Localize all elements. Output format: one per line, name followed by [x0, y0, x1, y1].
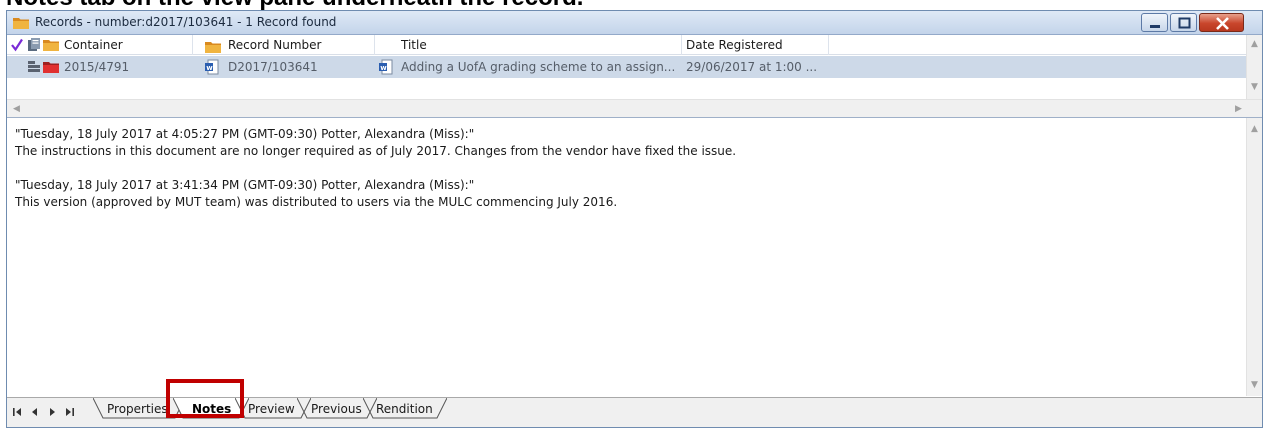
tab-label: Rendition — [376, 402, 433, 416]
close-button[interactable] — [1199, 13, 1244, 32]
word-document-icon: w — [379, 59, 393, 78]
tab-label: Preview — [248, 402, 295, 416]
note-header: "Tuesday, 18 July 2017 at 3:41:34 PM (GM… — [15, 178, 475, 192]
tab-label: Previous — [311, 402, 362, 416]
notes-tab-highlight — [166, 379, 244, 418]
cell-record-number: D2017/103641 — [228, 60, 318, 74]
minimize-button[interactable] — [1141, 13, 1168, 32]
tab-label: Properties — [107, 402, 168, 416]
records-grid: Container Record Number Title Date Regis… — [7, 35, 1262, 117]
column-label: Container — [64, 38, 123, 52]
column-label: Title — [401, 38, 427, 52]
column-header-record-number[interactable]: Record Number — [193, 35, 375, 55]
scroll-down-arrow-icon[interactable]: ▼ — [1251, 380, 1258, 390]
word-document-icon: w — [205, 59, 219, 78]
notes-vertical-scrollbar[interactable]: ▲ ▼ — [1246, 118, 1262, 396]
cell-title: Adding a UofA grading scheme to an assig… — [401, 60, 676, 74]
column-header-container[interactable]: Container — [7, 35, 193, 55]
notes-pane: "Tuesday, 18 July 2017 at 4:05:27 PM (GM… — [7, 117, 1262, 397]
note-body: The instructions in this document are no… — [15, 144, 737, 158]
note-body: This version (approved by MUT team) was … — [15, 195, 618, 209]
first-tab-icon[interactable] — [11, 405, 25, 419]
tab-rendition[interactable]: Rendition — [363, 398, 447, 420]
last-tab-icon[interactable] — [62, 405, 76, 419]
next-tab-icon[interactable] — [45, 405, 59, 419]
column-header-date-registered[interactable]: Date Registered — [682, 35, 829, 55]
previous-tab-icon[interactable] — [28, 405, 42, 419]
svg-text:w: w — [380, 64, 387, 72]
scroll-down-arrow-icon[interactable]: ▼ — [1251, 82, 1258, 92]
folder-icon — [13, 16, 29, 32]
column-label: Record Number — [228, 38, 322, 52]
cell-container: 2015/4791 — [64, 60, 130, 74]
note-entry: "Tuesday, 18 July 2017 at 4:05:27 PM (GM… — [15, 126, 1235, 160]
column-label: Date Registered — [686, 38, 783, 52]
grid-header: Container Record Number Title Date Regis… — [7, 35, 1246, 55]
scroll-up-arrow-icon[interactable]: ▲ — [1251, 39, 1258, 49]
record-stack-icon — [27, 60, 41, 77]
title-bar: Records - number:d2017/103641 - 1 Record… — [7, 11, 1262, 35]
scroll-right-arrow-icon[interactable]: ▶ — [1235, 104, 1242, 114]
scroll-left-arrow-icon[interactable]: ◀ — [13, 104, 20, 114]
window-title: Records - number:d2017/103641 - 1 Record… — [35, 15, 337, 29]
svg-text:w: w — [206, 64, 213, 72]
grid-horizontal-scrollbar[interactable]: ◀ ▶ — [7, 99, 1262, 117]
records-window: Records - number:d2017/103641 - 1 Record… — [6, 10, 1263, 428]
scroll-up-arrow-icon[interactable]: ▲ — [1251, 124, 1258, 134]
grid-vertical-scrollbar[interactable]: ▲ ▼ — [1246, 35, 1262, 99]
note-header: "Tuesday, 18 July 2017 at 4:05:27 PM (GM… — [15, 127, 475, 141]
note-entry: "Tuesday, 18 July 2017 at 3:41:34 PM (GM… — [15, 177, 1235, 211]
red-folder-icon — [43, 61, 59, 76]
maximize-button[interactable] — [1170, 13, 1197, 32]
caption-text: Notes tab on the view pane underneath th… — [0, 0, 1269, 10]
column-header-title[interactable]: Title — [375, 35, 682, 55]
table-row[interactable]: 2015/4791 w D2017/103641 w Adding a UofA… — [7, 56, 1246, 78]
cell-date-registered: 29/06/2017 at 1:00 ... — [686, 60, 818, 74]
notes-content[interactable]: "Tuesday, 18 July 2017 at 4:05:27 PM (GM… — [15, 126, 1235, 228]
